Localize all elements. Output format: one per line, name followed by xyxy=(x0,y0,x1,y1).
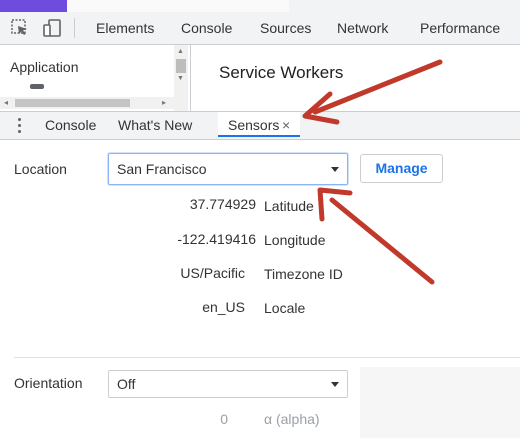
top-strip xyxy=(0,0,520,12)
scrollbar-thumb[interactable] xyxy=(15,99,130,107)
orientation-preview xyxy=(360,367,520,438)
orientation-label: Orientation xyxy=(14,375,83,391)
longitude-label: Longitude xyxy=(264,232,326,248)
tab-network[interactable]: Network xyxy=(337,12,388,44)
section-divider xyxy=(14,357,520,358)
tab-sources[interactable]: Sources xyxy=(260,12,311,44)
devtools-main-toolbar: Elements Console Sources Network Perform… xyxy=(0,12,520,45)
chevron-down-icon xyxy=(331,382,339,387)
drawer-toolbar: Console What's New Sensors × xyxy=(0,111,520,140)
location-select-value: San Francisco xyxy=(117,161,207,177)
scroll-left-icon[interactable]: ◂ xyxy=(4,98,8,107)
manage-button[interactable]: Manage xyxy=(360,154,443,183)
drawer-tab-console[interactable]: Console xyxy=(45,112,96,139)
alpha-label: α (alpha) xyxy=(264,411,320,427)
scroll-down-icon[interactable]: ▼ xyxy=(177,75,184,82)
latitude-value[interactable]: 37.774929 xyxy=(116,196,256,212)
scrollbar-thumb[interactable] xyxy=(176,59,186,73)
drawer-tab-sensors-label: Sensors xyxy=(228,117,280,133)
strip-gap xyxy=(67,0,289,12)
locale-value[interactable]: en_US xyxy=(105,299,245,315)
device-toggle-icon[interactable] xyxy=(42,18,62,38)
toolbar-separator xyxy=(74,18,75,38)
orientation-select[interactable]: Off xyxy=(108,370,348,398)
sidebar-horizontal-scrollbar[interactable]: ◂ ▸ xyxy=(0,97,174,109)
purple-strip xyxy=(0,0,67,12)
application-sidebar: Application ▲ ▼ ◂ ▸ xyxy=(0,45,191,111)
latitude-label: Latitude xyxy=(264,198,314,214)
timezone-value[interactable]: US/Pacific xyxy=(105,265,245,281)
service-workers-title: Service Workers xyxy=(219,63,344,82)
timezone-label: Timezone ID xyxy=(264,266,343,282)
drawer-tab-whats-new[interactable]: What's New xyxy=(118,112,192,139)
tab-performance[interactable]: Performance xyxy=(420,12,500,44)
chevron-down-icon xyxy=(331,167,339,172)
select-element-icon[interactable] xyxy=(10,18,30,38)
scroll-right-icon[interactable]: ▸ xyxy=(162,98,166,107)
longitude-value[interactable]: -122.419416 xyxy=(116,231,256,247)
sidebar-vertical-scrollbar[interactable]: ▲ ▼ xyxy=(174,45,188,111)
application-main-pane: Service Workers xyxy=(191,45,520,111)
scroll-up-icon[interactable]: ▲ xyxy=(177,48,184,55)
locale-label: Locale xyxy=(264,300,306,316)
application-sidebar-label[interactable]: Application xyxy=(10,59,79,75)
close-tab-icon[interactable]: × xyxy=(282,112,290,139)
location-label: Location xyxy=(14,161,67,177)
more-options-icon[interactable] xyxy=(12,116,28,134)
location-select[interactable]: San Francisco xyxy=(108,153,348,185)
alpha-value[interactable]: 0 xyxy=(210,411,228,427)
tab-console[interactable]: Console xyxy=(181,12,232,44)
sidebar-item-icon xyxy=(30,84,44,89)
tab-elements[interactable]: Elements xyxy=(96,12,154,44)
orientation-select-value: Off xyxy=(117,376,136,392)
